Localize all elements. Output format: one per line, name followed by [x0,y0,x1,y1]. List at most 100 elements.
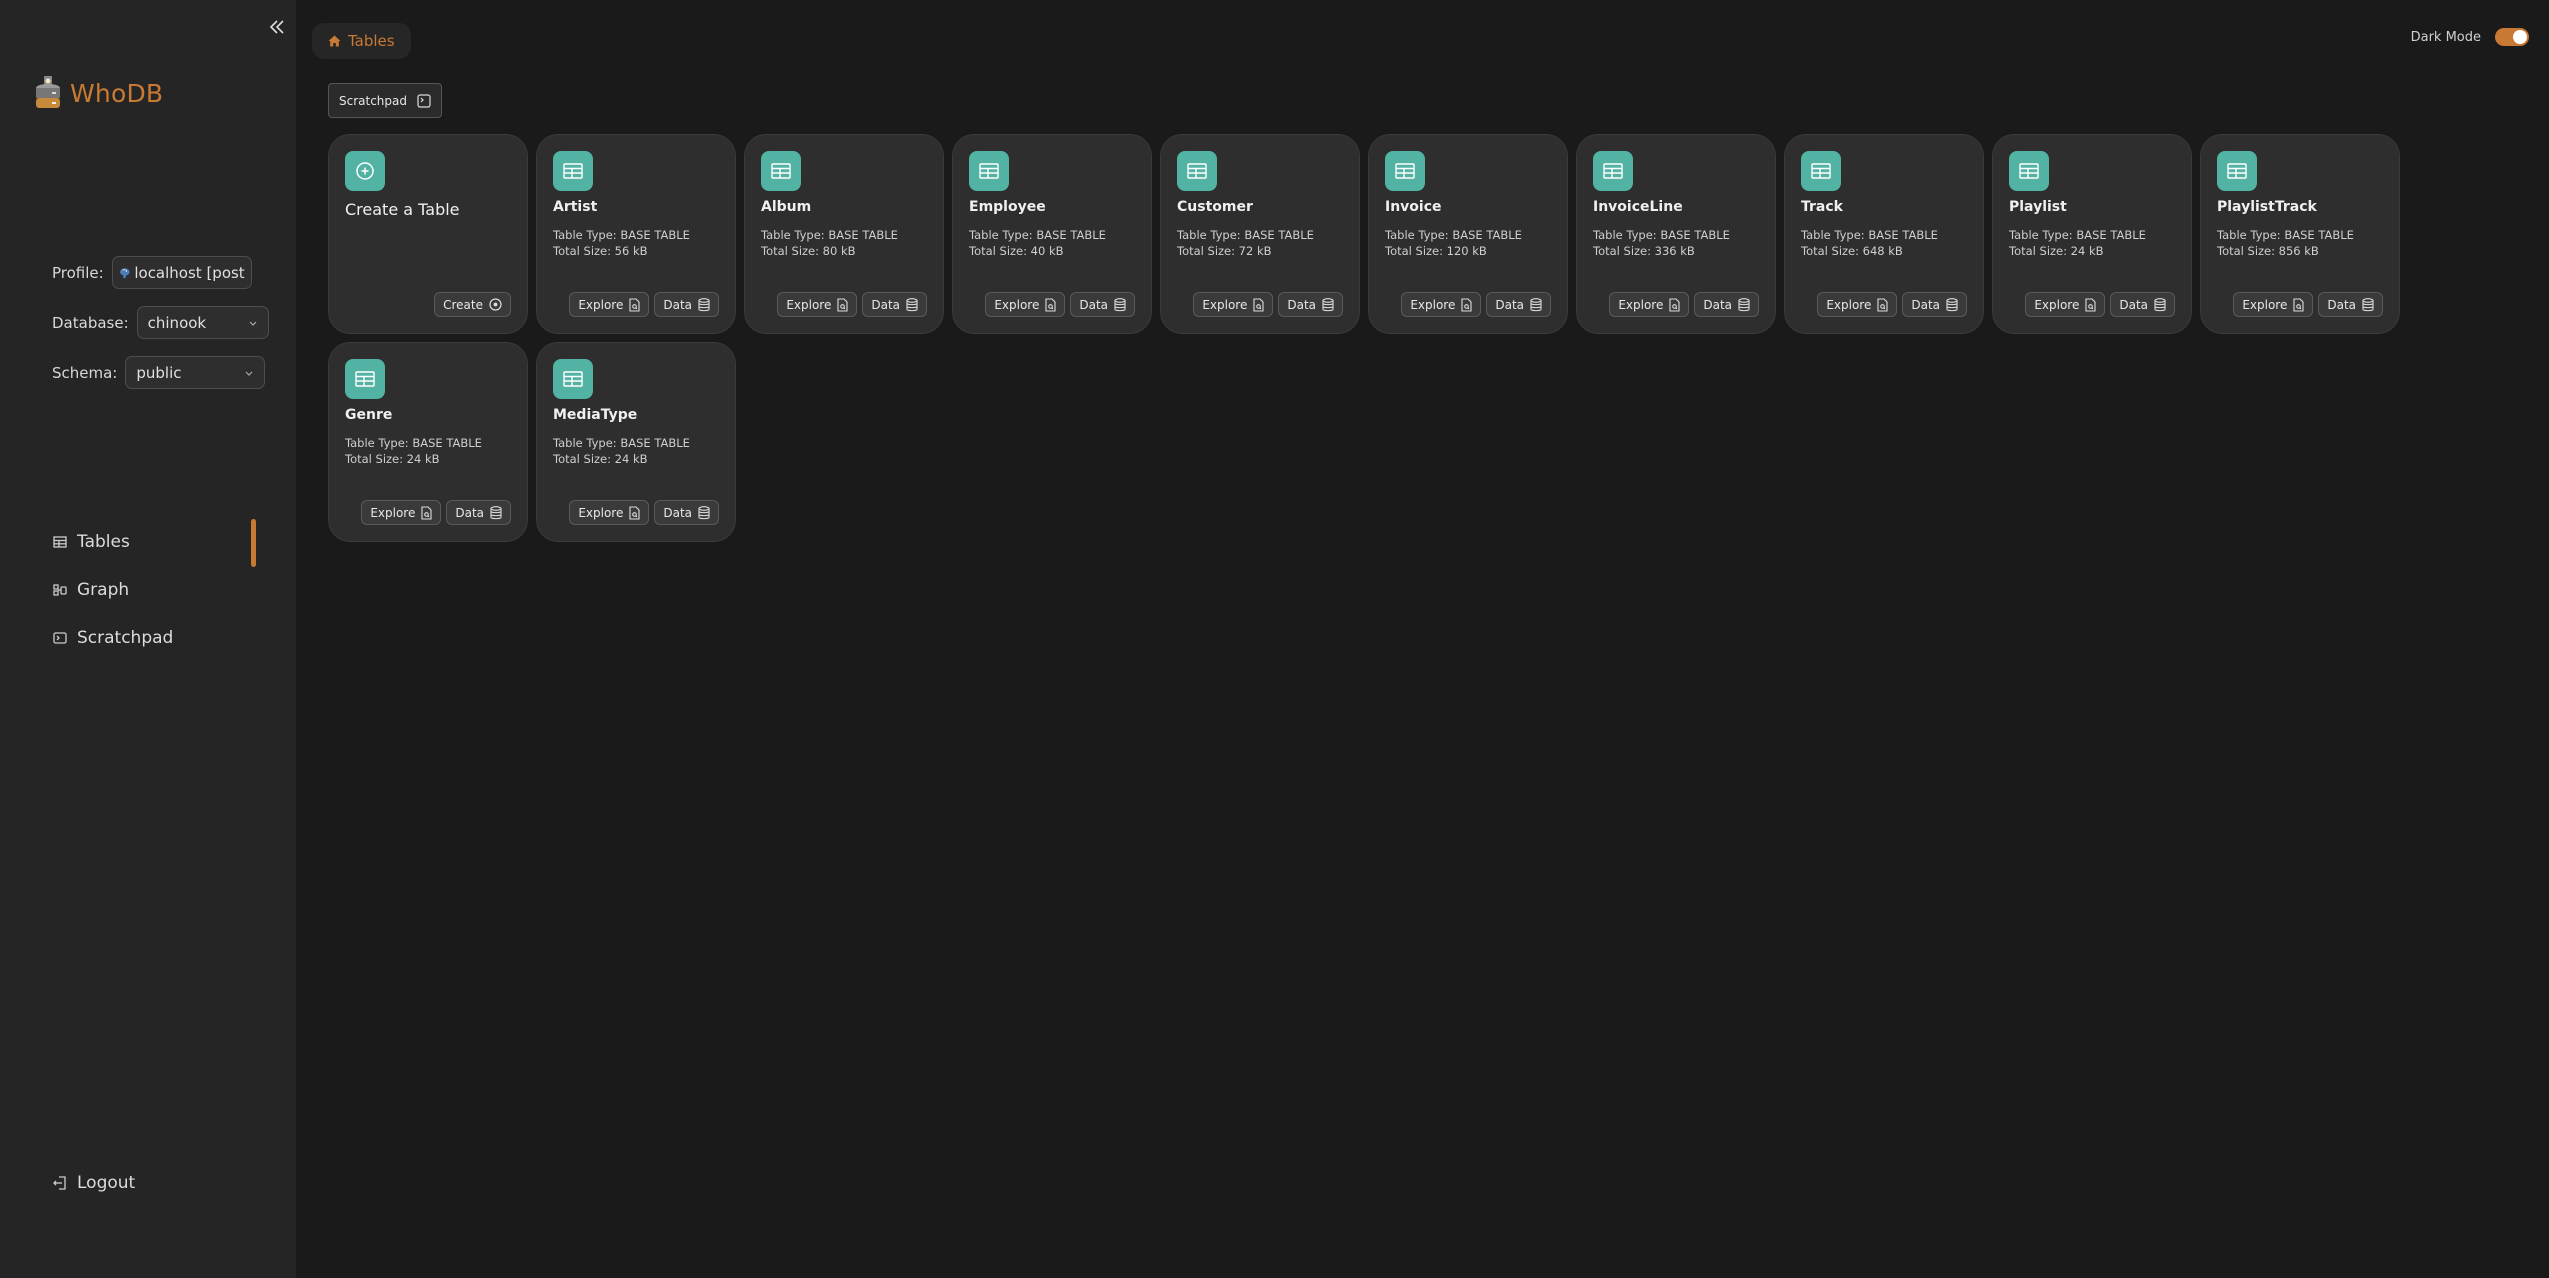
data-button[interactable]: Data [2110,292,2175,317]
database-icon [1946,297,1958,311]
explore-button[interactable]: Explore [1193,292,1274,317]
double-chevron-left-icon [269,20,284,34]
explore-button[interactable]: Explore [1817,292,1898,317]
data-label: Data [663,505,692,520]
sidebar-item-scratchpad[interactable]: Scratchpad [53,628,173,648]
whodb-logo-icon [36,76,60,108]
table-name: Invoice [1385,199,1442,215]
explore-button[interactable]: Explore [2233,292,2314,317]
explore-button[interactable]: Explore [985,292,1066,317]
home-icon [328,35,341,47]
table-type: Table Type: BASE TABLE [553,228,690,242]
table-size: Total Size: 120 kB [1385,244,1487,258]
terminal-icon [417,93,431,108]
file-search-icon [629,297,640,312]
explore-label: Explore [578,297,624,312]
table-tile [553,151,593,191]
table-tile [1801,151,1841,191]
data-button[interactable]: Data [654,500,719,525]
table-size: Total Size: 24 kB [345,452,440,466]
table-tile [2009,151,2049,191]
table-tile [1385,151,1425,191]
logout-label: Logout [77,1173,136,1193]
database-select[interactable]: chinook [136,306,269,339]
data-button[interactable]: Data [654,292,719,317]
table-meta: Table Type: BASE TABLE Total Size: 24 kB [2009,227,2146,259]
database-icon [2362,297,2374,311]
plus-circle-icon [356,162,374,180]
database-icon [906,297,918,311]
file-search-icon [837,297,848,312]
table-name: InvoiceLine [1593,199,1683,215]
sidebar-item-label: Graph [77,580,130,600]
data-button[interactable]: Data [1278,292,1343,317]
table-size: Total Size: 856 kB [2217,244,2319,258]
scratchpad-button[interactable]: Scratchpad [328,83,442,118]
dark-mode-toggle[interactable] [2495,28,2529,46]
profile-select[interactable]: localhost [post [111,256,252,289]
database-icon [2154,297,2166,311]
scratchpad-button-label: Scratchpad [339,93,407,108]
table-meta: Table Type: BASE TABLE Total Size: 24 kB [553,435,690,467]
data-button[interactable]: Data [1902,292,1967,317]
table-card-employee: Employee Table Type: BASE TABLE Total Si… [952,134,1152,334]
table-size: Total Size: 336 kB [1593,244,1695,258]
explore-label: Explore [994,297,1040,312]
data-label: Data [1287,297,1316,312]
table-meta: Table Type: BASE TABLE Total Size: 336 k… [1593,227,1730,259]
data-button[interactable]: Data [2318,292,2383,317]
data-button[interactable]: Data [1694,292,1759,317]
explore-button[interactable]: Explore [1401,292,1482,317]
create-table-button[interactable]: Create [434,292,511,317]
dark-mode-control: Dark Mode [2411,28,2529,46]
graph-icon [53,584,67,596]
app-name: WhoDB [70,78,164,108]
database-icon [1114,297,1126,311]
table-card-playlist: Playlist Table Type: BASE TABLE Total Si… [1992,134,2192,334]
explore-button[interactable]: Explore [777,292,858,317]
explore-button[interactable]: Explore [2025,292,2106,317]
profile-value: localhost [post [134,263,245,282]
file-search-icon [1461,297,1472,312]
explore-button[interactable]: Explore [569,292,650,317]
table-icon [2227,163,2247,179]
table-name: Playlist [2009,199,2067,215]
explore-label: Explore [2242,297,2288,312]
table-tile [969,151,1009,191]
table-card-album: Album Table Type: BASE TABLE Total Size:… [744,134,944,334]
data-button[interactable]: Data [1486,292,1551,317]
explore-button[interactable]: Explore [1609,292,1690,317]
explore-label: Explore [786,297,832,312]
table-card-invoice: Invoice Table Type: BASE TABLE Total Siz… [1368,134,1568,334]
logout-button[interactable]: Logout [53,1173,135,1193]
explore-button[interactable]: Explore [361,500,442,525]
table-tile [345,359,385,399]
schema-field: Schema: public [52,356,266,389]
database-icon [698,297,710,311]
explore-label: Explore [2034,297,2080,312]
breadcrumb-tables[interactable]: Tables [312,23,411,59]
collapse-sidebar-button[interactable] [264,14,290,40]
sidebar-item-tables[interactable]: Tables [53,532,130,552]
data-button[interactable]: Data [1070,292,1135,317]
explore-label: Explore [1618,297,1664,312]
table-type: Table Type: BASE TABLE [1177,228,1314,242]
schema-select[interactable]: public [125,356,266,389]
table-meta: Table Type: BASE TABLE Total Size: 40 kB [969,227,1106,259]
sidebar-item-graph[interactable]: Graph [53,580,129,600]
table-icon [1811,163,1831,179]
explore-button[interactable]: Explore [569,500,650,525]
brand: WhoDB [34,76,163,110]
table-tile [553,359,593,399]
table-type: Table Type: BASE TABLE [2217,228,2354,242]
logout-icon [53,1176,66,1190]
database-label: Database: [52,313,129,332]
table-card-playlisttrack: PlaylistTrack Table Type: BASE TABLE Tot… [2200,134,2400,334]
database-icon [490,505,502,519]
data-button[interactable]: Data [446,500,511,525]
data-label: Data [1703,297,1732,312]
database-value: chinook [147,313,207,332]
data-button[interactable]: Data [862,292,927,317]
file-search-icon [1253,297,1264,312]
table-name: Employee [969,199,1046,215]
